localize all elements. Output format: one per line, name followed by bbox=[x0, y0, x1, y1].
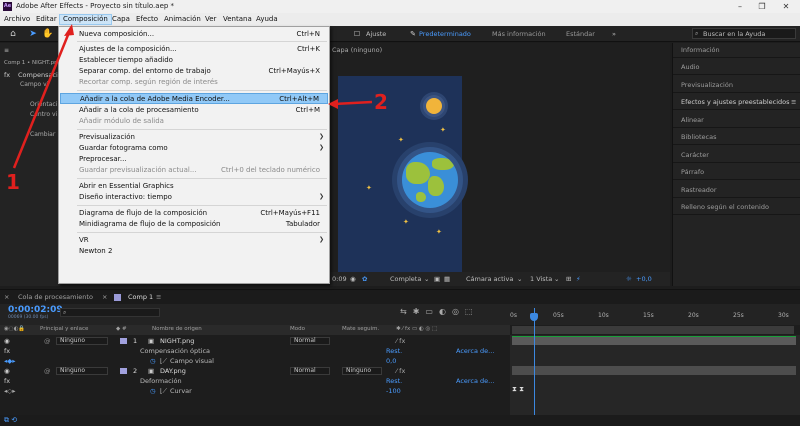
annotation-arrowhead-1 bbox=[64, 24, 74, 36]
annotation-arrowhead-2 bbox=[328, 99, 338, 109]
annotation-overlay bbox=[12, 24, 373, 169]
annotation-arrow-1 bbox=[12, 29, 72, 169]
annotation-arrow-2 bbox=[333, 100, 373, 106]
annotation-number-2: 2 bbox=[374, 90, 388, 114]
annotation-number-1: 1 bbox=[6, 170, 20, 194]
